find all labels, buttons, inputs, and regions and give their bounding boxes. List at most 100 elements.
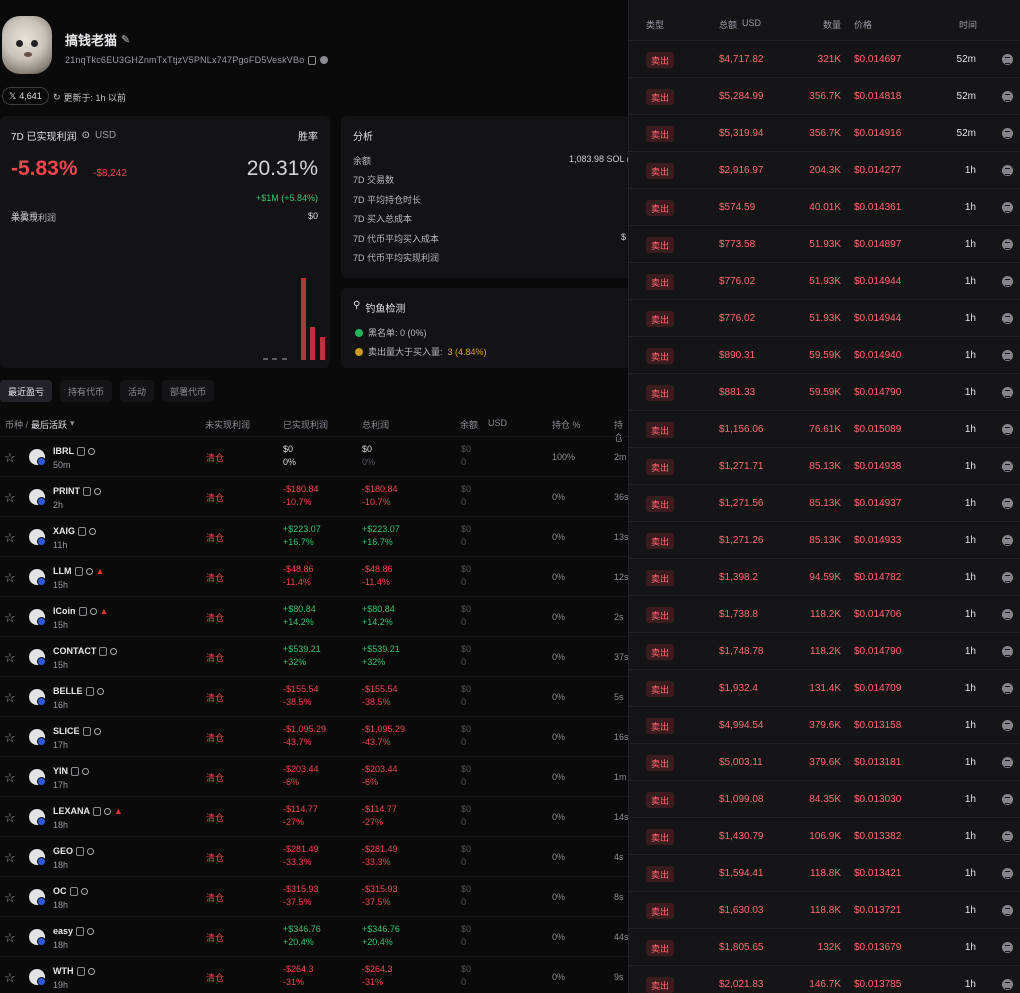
table-row[interactable]: ☆ LLM ▲ 15h 清仓 -$48.86 -11.4% -$48.86 -1… — [0, 556, 630, 596]
table-row[interactable]: ☆ GEO 18h 清仓 -$281.49 -33.3% -$281.49 -3… — [0, 836, 630, 876]
table-row[interactable]: ☆ XAIG 11h 清仓 +$223.07 +16.7% +$223.07 +… — [0, 516, 630, 556]
tx-explorer-icon[interactable] — [1002, 868, 1013, 879]
token-symbol[interactable]: OC — [53, 886, 67, 896]
favorite-star-icon[interactable]: ☆ — [4, 890, 16, 906]
search-icon[interactable] — [94, 487, 101, 495]
table-row[interactable]: ☆ BELLE 16h 清仓 -$155.54 -38.5% -$155.54 … — [0, 676, 630, 716]
trade-row[interactable]: 卖出 $881.33 59.59K $0.014790 1h — [629, 373, 1020, 410]
trade-row[interactable]: 卖出 $1,805.65 132K $0.013679 1h — [629, 928, 1020, 965]
tx-explorer-icon[interactable] — [1002, 276, 1013, 287]
tx-explorer-icon[interactable] — [1002, 979, 1013, 990]
tx-explorer-icon[interactable] — [1002, 535, 1013, 546]
trade-row[interactable]: 卖出 $1,430.79 106.9K $0.013382 1h — [629, 817, 1020, 854]
search-icon[interactable] — [110, 647, 118, 655]
tab-recent-pnl[interactable]: 最近盈亏 — [0, 380, 53, 402]
token-symbol[interactable]: XAIG — [53, 526, 75, 536]
search-icon[interactable] — [89, 607, 97, 615]
token-symbol[interactable]: easy — [53, 926, 73, 936]
favorite-star-icon[interactable]: ☆ — [4, 850, 16, 866]
trade-row[interactable]: 卖出 $5,284.99 356.7K $0.014818 52m — [629, 77, 1020, 114]
tab-activity[interactable]: 活动 — [120, 380, 155, 402]
tx-explorer-icon[interactable] — [1002, 757, 1013, 768]
table-row[interactable]: ☆ easy 18h 清仓 +$346.76 +20.4% +$346.76 +… — [0, 916, 630, 956]
tx-explorer-icon[interactable] — [1002, 609, 1013, 620]
col-last-active[interactable]: 最后活跃 — [31, 418, 67, 431]
search-icon[interactable] — [87, 847, 95, 855]
search-icon[interactable] — [96, 687, 104, 695]
avatar[interactable] — [2, 16, 52, 74]
copy-icon[interactable] — [85, 686, 94, 696]
trade-row[interactable]: 卖出 $4,994.54 379.6K $0.013158 1h — [629, 706, 1020, 743]
favorite-star-icon[interactable]: ☆ — [4, 690, 16, 706]
favorite-star-icon[interactable]: ☆ — [4, 610, 16, 626]
token-symbol[interactable]: GEO — [53, 846, 73, 856]
trade-row[interactable]: 卖出 $1,398.2 94.59K $0.014782 1h — [629, 558, 1020, 595]
tx-explorer-icon[interactable] — [1002, 794, 1013, 805]
trade-row[interactable]: 卖出 $5,319.94 356.7K $0.014916 52m — [629, 114, 1020, 151]
tx-explorer-icon[interactable] — [1002, 498, 1013, 509]
trade-row[interactable]: 卖出 $776.02 51.93K $0.014944 1h — [629, 299, 1020, 336]
tx-explorer-icon[interactable] — [1002, 831, 1013, 842]
copy-icon[interactable] — [78, 606, 87, 616]
tx-explorer-icon[interactable] — [1002, 720, 1013, 731]
copy-icon[interactable] — [76, 846, 85, 856]
copy-icon[interactable] — [78, 526, 87, 536]
tx-explorer-icon[interactable] — [1002, 683, 1013, 694]
tab-holdings[interactable]: 持有代币 — [60, 380, 113, 402]
search-icon[interactable] — [87, 967, 95, 975]
sort-icon[interactable]: ▾ — [70, 418, 75, 429]
token-symbol[interactable]: ICoin — [53, 606, 76, 616]
currency-label[interactable]: USD — [95, 130, 116, 141]
col-holding[interactable]: 持仓 % — [552, 418, 581, 431]
token-symbol[interactable]: SLICE — [53, 726, 80, 736]
search-icon[interactable] — [104, 807, 112, 815]
search-icon[interactable] — [82, 767, 90, 775]
trade-row[interactable]: 卖出 $2,021.83 146.7K $0.013785 1h — [629, 965, 1020, 993]
trade-row[interactable]: 卖出 $773.58 51.93K $0.014897 1h — [629, 225, 1020, 262]
token-symbol[interactable]: PRINT — [53, 486, 80, 496]
trade-row[interactable]: 卖出 $1,594.41 118.8K $0.013421 1h — [629, 854, 1020, 891]
search-icon[interactable] — [80, 887, 88, 895]
trade-row[interactable]: 卖出 $5,003.11 379.6K $0.013181 1h — [629, 743, 1020, 780]
col-total[interactable]: 总利润 — [362, 418, 389, 431]
trade-row[interactable]: 卖出 $776.02 51.93K $0.014944 1h — [629, 262, 1020, 299]
token-symbol[interactable]: LLM — [53, 566, 72, 576]
tab-deployed[interactable]: 部署代币 — [162, 380, 215, 402]
trade-row[interactable]: 卖出 $1,738.8 118.2K $0.014706 1h — [629, 595, 1020, 632]
favorite-star-icon[interactable]: ☆ — [4, 530, 16, 546]
tx-explorer-icon[interactable] — [1002, 54, 1013, 65]
favorite-star-icon[interactable]: ☆ — [4, 970, 16, 986]
trade-row[interactable]: 卖出 $2,916.97 204.3K $0.014277 1h — [629, 151, 1020, 188]
copy-icon[interactable] — [76, 966, 85, 976]
tx-explorer-icon[interactable] — [1002, 128, 1013, 139]
twitter-followers-pill[interactable]: 𝕏 4,641 — [2, 87, 49, 105]
favorite-star-icon[interactable]: ☆ — [4, 810, 16, 826]
copy-icon[interactable] — [93, 806, 102, 816]
copy-icon[interactable] — [76, 926, 85, 936]
copy-icon[interactable] — [69, 886, 78, 896]
trade-row[interactable]: 卖出 $1,271.26 85.13K $0.014933 1h — [629, 521, 1020, 558]
table-row[interactable]: ☆ LEXANA ▲ 18h 清仓 -$114.77 -27% -$114.77… — [0, 796, 630, 836]
search-icon[interactable] — [85, 567, 93, 575]
table-row[interactable]: ☆ ICoin ▲ 15h 清仓 +$80.84 +14.2% +$80.84 … — [0, 596, 630, 636]
favorite-star-icon[interactable]: ☆ — [4, 770, 16, 786]
tx-explorer-icon[interactable] — [1002, 202, 1013, 213]
copy-icon[interactable] — [99, 646, 108, 656]
tx-explorer-icon[interactable] — [1002, 313, 1013, 324]
trade-row[interactable]: 卖出 $4,717.82 321K $0.014697 52m — [629, 40, 1020, 77]
trade-row[interactable]: 卖出 $890.31 59.59K $0.014940 1h — [629, 336, 1020, 373]
token-symbol[interactable]: LEXANA — [53, 806, 90, 816]
tx-explorer-icon[interactable] — [1002, 165, 1013, 176]
table-row[interactable]: ☆ SLICE 17h 清仓 -$1,095.29 -43.7% -$1,095… — [0, 716, 630, 756]
col-realized[interactable]: 已实现利润 — [283, 418, 328, 431]
tx-explorer-icon[interactable] — [1002, 646, 1013, 657]
col-balance[interactable]: 余额 — [460, 418, 478, 431]
trade-row[interactable]: 卖出 $574.59 40.01K $0.014361 1h — [629, 188, 1020, 225]
trade-row[interactable]: 卖出 $1,748.78 118.2K $0.014790 1h — [629, 632, 1020, 669]
table-row[interactable]: ☆ YIN 17h 清仓 -$203.44 -6% -$203.44 -6% $… — [0, 756, 630, 796]
favorite-star-icon[interactable]: ☆ — [4, 490, 16, 506]
copy-icon[interactable] — [82, 726, 91, 736]
search-icon[interactable] — [89, 527, 97, 535]
table-row[interactable]: ☆ PRINT 2h 清仓 -$180.84 -10.7% -$180.84 -… — [0, 476, 630, 516]
trade-row[interactable]: 卖出 $1,099.08 84.35K $0.013030 1h — [629, 780, 1020, 817]
